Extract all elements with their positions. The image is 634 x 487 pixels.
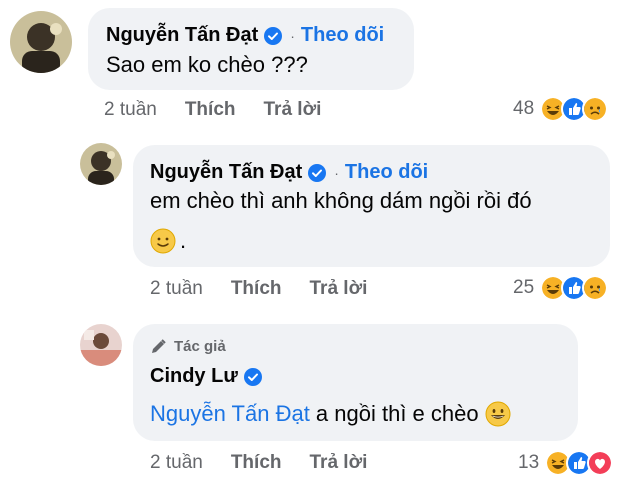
separator-dot: · [334,164,339,181]
author-badge: Tác giả [150,338,226,355]
reaction-summary[interactable]: 48 [513,96,609,122]
comment-actions: 2 tuần Thích Trả lời [150,278,395,300]
reaction-count: 25 [513,277,535,298]
reaction-count: 48 [513,98,535,119]
mention-link[interactable]: Nguyễn Tấn Đạt [150,401,310,427]
love-reaction-icon [587,450,614,476]
sad-reaction-icon [582,96,609,122]
author-name[interactable]: Cindy Lư [150,365,238,388]
verified-badge-icon [243,367,262,386]
comment-text: Nguyễn Tấn Đạt a ngồi thì e chèo [150,401,511,427]
comment-header: Nguyễn Tấn Đạt · Theo dõi [150,161,428,184]
comment-text-line: em chèo thì anh không dám ngồi rồi đó [150,188,532,213]
avatar-cindy-lu[interactable] [80,324,122,366]
follow-link[interactable]: Theo dõi [345,161,428,184]
comment-header: Cindy Lư [150,365,262,388]
pencil-icon [152,338,166,353]
reaction-count: 13 [518,452,540,473]
like-button[interactable]: Thích [231,278,282,300]
like-button[interactable]: Thích [231,452,282,474]
comment-text-line: . [150,228,186,254]
comment-text-suffix: . [180,228,187,253]
comment-text: Sao em ko chèo ??? [106,52,308,77]
comment-actions: 2 tuần Thích Trả lời [104,99,349,121]
comment-timestamp[interactable]: 2 tuần [150,278,203,300]
avatar-nguyen-tan-dat[interactable] [10,11,72,73]
sad-reaction-icon [582,275,609,301]
verified-badge-icon [308,163,327,182]
like-button[interactable]: Thích [185,99,236,121]
reaction-summary[interactable]: 13 [518,450,614,476]
reaction-summary[interactable]: 25 [513,275,609,301]
verified-badge-icon [264,26,283,45]
author-badge-label: Tác giả [174,338,226,355]
comment-header: Nguyễn Tấn Đạt · Theo dõi [106,24,384,47]
avatar-nguyen-tan-dat[interactable] [80,143,122,185]
comment-actions: 2 tuần Thích Trả lời [150,452,395,474]
separator-dot: · [290,27,295,44]
comment-timestamp[interactable]: 2 tuần [150,452,203,474]
comment-timestamp[interactable]: 2 tuần [104,99,157,121]
author-name[interactable]: Nguyễn Tấn Đạt [150,161,302,184]
author-name[interactable]: Nguyễn Tấn Đạt [106,24,258,47]
follow-link[interactable]: Theo dõi [301,24,384,47]
reply-button[interactable]: Trả lời [264,99,322,121]
reply-button[interactable]: Trả lời [310,452,368,474]
grinning-emoji-icon [485,401,511,427]
comment-text-rest: a ngồi thì e chèo [309,401,479,426]
reply-button[interactable]: Trả lời [310,278,368,300]
smile-emoji-icon [150,228,176,254]
